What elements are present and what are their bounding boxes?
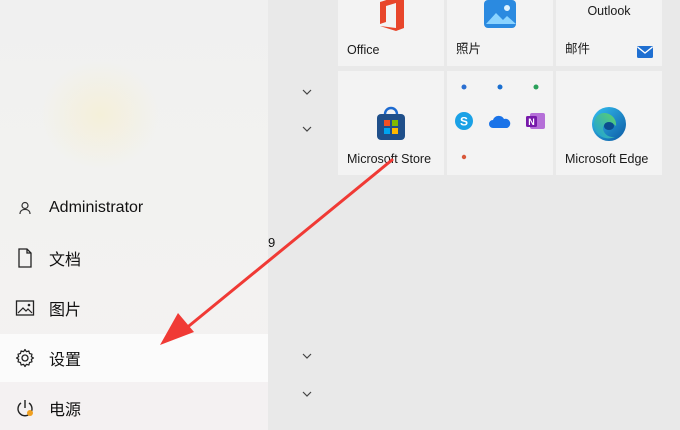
annotation-arrow	[160, 158, 394, 345]
